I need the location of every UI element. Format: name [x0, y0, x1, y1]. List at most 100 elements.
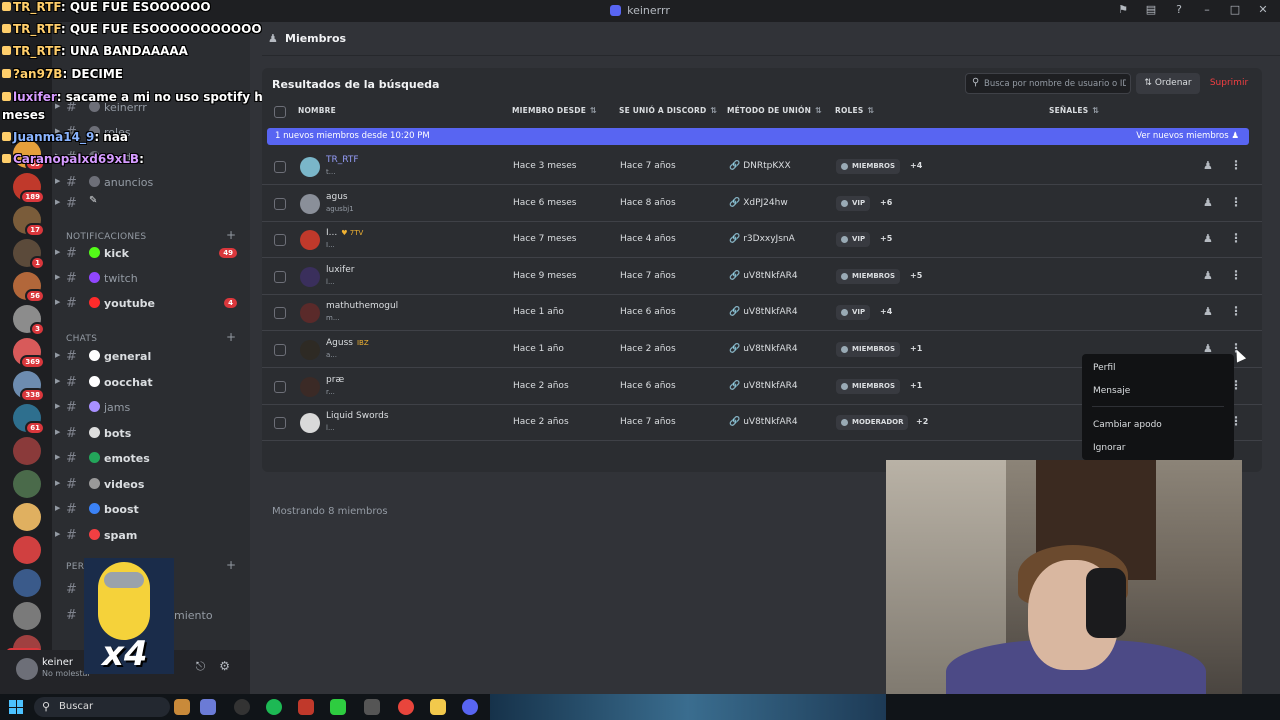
channel-general[interactable]: ▶ # general: [52, 347, 250, 369]
delete-button[interactable]: Suprimir: [1204, 73, 1254, 94]
windows-start-icon[interactable]: [9, 700, 23, 714]
profile-icon[interactable]: ♟: [1203, 269, 1213, 282]
add-channel-icon[interactable]: +: [226, 330, 236, 344]
server-icon[interactable]: 61: [13, 404, 45, 435]
search-input[interactable]: [984, 76, 1126, 91]
category-partial[interactable]: PER: [66, 562, 84, 572]
channel-bots[interactable]: ▶ # bots: [52, 424, 250, 446]
avatar[interactable]: [300, 266, 320, 287]
server-icon[interactable]: 189: [13, 173, 45, 204]
channel-jams[interactable]: ▶ # jams: [52, 398, 250, 420]
menu-item-nickname[interactable]: Cambiar apodo: [1093, 420, 1162, 430]
discord-icon[interactable]: [462, 699, 478, 715]
row-checkbox[interactable]: [274, 270, 286, 283]
row-checkbox[interactable]: [274, 234, 286, 247]
row-checkbox[interactable]: [274, 417, 286, 430]
more-options-icon[interactable]: ⋮: [1230, 231, 1242, 245]
filter-icon[interactable]: ⇅: [1092, 106, 1099, 115]
avatar[interactable]: [300, 340, 320, 360]
avatar[interactable]: [300, 376, 320, 397]
row-checkbox[interactable]: [274, 161, 286, 173]
server-icon[interactable]: [13, 437, 41, 465]
server-icon[interactable]: 3: [13, 305, 45, 336]
channel-emotes[interactable]: ▶ # emotes: [52, 449, 250, 471]
profile-icon[interactable]: ♟: [1203, 232, 1213, 245]
col-roles[interactable]: ROLES ⇅: [835, 106, 874, 115]
kick-icon[interactable]: [330, 699, 346, 715]
folder-icon[interactable]: [430, 699, 446, 715]
sort-button[interactable]: ⇅ Ordenar: [1136, 73, 1200, 94]
add-channel-icon[interactable]: +: [226, 558, 236, 572]
member-name[interactable]: Liquid Swords: [326, 411, 389, 421]
row-checkbox[interactable]: [274, 344, 286, 356]
channel-anuncios[interactable]: ▶ # anuncios: [52, 173, 250, 195]
server-icon[interactable]: [13, 536, 41, 564]
close-button[interactable]: ✕: [1256, 3, 1270, 16]
table-row[interactable]: luxifer l... Hace 9 meses Hace 7 años 🔗 uV8tN…: [262, 259, 1262, 295]
avatar[interactable]: [300, 303, 320, 324]
table-row[interactable]: TR_RTF t... Hace 3 meses Hace 7 años 🔗 DNRtpK…: [262, 149, 1262, 185]
server-icon[interactable]: [13, 569, 41, 597]
col-member-since[interactable]: MIEMBRO DESDE ⇅: [512, 106, 597, 115]
app-icon[interactable]: [174, 699, 190, 715]
col-signals[interactable]: SEÑALES ⇅: [1049, 106, 1099, 115]
avatar[interactable]: [300, 193, 320, 214]
app-icon[interactable]: [364, 699, 380, 715]
filter-icon[interactable]: ⇅: [710, 106, 717, 115]
filter-icon[interactable]: ⇅: [590, 106, 597, 115]
row-checkbox[interactable]: [274, 380, 286, 393]
member-name[interactable]: agus: [326, 192, 348, 202]
help-icon[interactable]: ?: [1172, 3, 1186, 16]
row-checkbox[interactable]: [274, 197, 286, 210]
channel-videos[interactable]: ▶ # videos: [52, 475, 250, 497]
avatar[interactable]: [16, 658, 38, 680]
headphones-icon[interactable]: ⎋: [196, 659, 206, 674]
more-options-icon[interactable]: ⋮: [1230, 158, 1242, 172]
server-icon[interactable]: [13, 470, 41, 498]
settings-gear-icon[interactable]: ⚙: [219, 659, 230, 674]
member-name[interactable]: I... ♥ 7TV: [326, 228, 363, 238]
col-join-method[interactable]: MÉTODO DE UNIÓN ⇅: [727, 106, 822, 115]
member-name[interactable]: mathuthemogul: [326, 301, 398, 311]
table-row[interactable]: agus agusbj1 Hace 6 meses Hace 8 años 🔗 XdPJ2…: [262, 186, 1262, 222]
obs-icon[interactable]: [234, 699, 250, 715]
server-icon[interactable]: [13, 602, 41, 630]
channel-youtube[interactable]: ▶ # youtube 4: [52, 294, 250, 316]
profile-icon[interactable]: ♟: [1203, 305, 1213, 318]
view-new-members-link[interactable]: Ver nuevos miembros ♟: [1136, 131, 1239, 141]
member-name[interactable]: Aguss IBZ: [326, 338, 369, 348]
avatar[interactable]: [300, 230, 320, 251]
channel-spam[interactable]: ▶ # spam: [52, 526, 250, 548]
inbox-icon[interactable]: ▤: [1144, 3, 1158, 16]
channel-oocchat[interactable]: ▶ # oocchat: [52, 373, 250, 395]
profile-icon[interactable]: ♟: [1203, 196, 1213, 209]
category-notifications[interactable]: NOTIFICACIONES: [66, 232, 146, 242]
category-chats[interactable]: CHATS: [66, 334, 97, 344]
more-options-icon[interactable]: ⋮: [1230, 268, 1242, 282]
more-options-icon[interactable]: ⋮: [1230, 304, 1242, 318]
minimize-button[interactable]: –: [1200, 3, 1214, 16]
spotify-icon[interactable]: [266, 699, 282, 715]
table-row[interactable]: mathuthemogul m... Hace 1 año Hace 6 años 🔗 u…: [262, 295, 1262, 332]
avatar[interactable]: [300, 157, 320, 177]
table-row[interactable]: I... ♥ 7TV I... Hace 7 meses Hace 4 años 🔗 r3D…: [262, 222, 1262, 259]
filter-icon[interactable]: ⇅: [815, 106, 822, 115]
app-icon[interactable]: [200, 699, 216, 715]
col-joined-discord[interactable]: SE UNIÓ A DISCORD ⇅: [619, 106, 717, 115]
new-members-banner[interactable]: 1 nuevos miembros desde 10:20 PM Ver nue…: [267, 128, 1249, 145]
row-checkbox[interactable]: [274, 307, 286, 320]
maximize-button[interactable]: □: [1228, 3, 1242, 16]
member-name[interactable]: luxifer: [326, 265, 354, 275]
more-options-icon[interactable]: ⋮: [1230, 195, 1242, 209]
profile-icon[interactable]: ♟: [1203, 159, 1213, 172]
channel-twitch[interactable]: ▶ # twitch: [52, 269, 250, 291]
menu-item-message[interactable]: Mensaje: [1093, 386, 1130, 396]
server-icon[interactable]: 56: [13, 272, 45, 303]
member-name[interactable]: præ: [326, 375, 344, 385]
chrome-icon[interactable]: [398, 699, 414, 715]
col-name[interactable]: NOMBRE: [298, 106, 336, 115]
server-icon[interactable]: 369: [13, 338, 45, 369]
menu-item-ignore[interactable]: Ignorar: [1093, 443, 1126, 453]
menu-item-profile[interactable]: Perfil: [1093, 363, 1116, 373]
channel-boost[interactable]: ▶ # boost: [52, 500, 250, 522]
